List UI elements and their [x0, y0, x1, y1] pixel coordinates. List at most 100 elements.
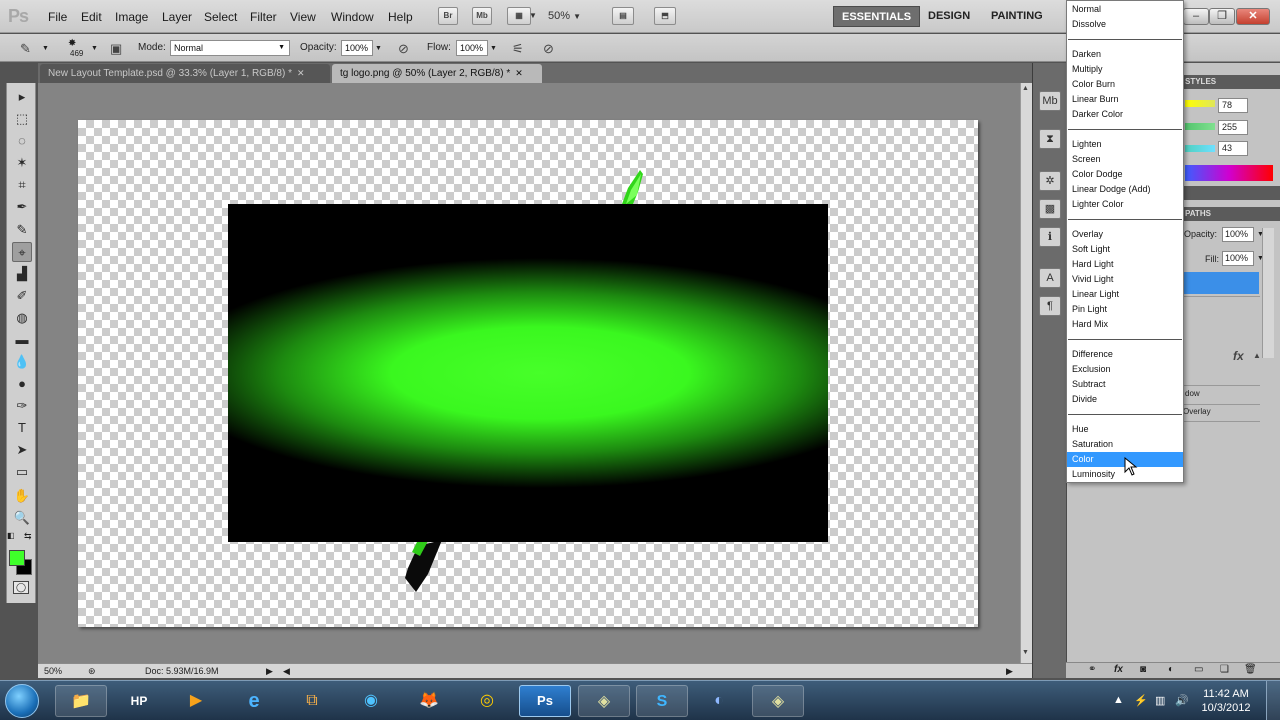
doc-size-readout: Doc: 5.93M/16.9M [145, 666, 219, 676]
blend-overlay[interactable]: Overlay [1067, 227, 1183, 242]
taskbar-firefox[interactable]: 🦊 [403, 685, 455, 717]
paragraph-icon[interactable]: ¶ [1039, 296, 1061, 316]
blend-subtract[interactable]: Subtract [1067, 377, 1183, 392]
layers-scrollbar[interactable] [1262, 228, 1274, 358]
link-layers-icon[interactable]: ⚭ [1088, 663, 1096, 677]
blend-linear-dodge[interactable]: Linear Dodge (Add) [1067, 182, 1183, 197]
scroll-right-icon[interactable]: ▶ [1006, 664, 1013, 678]
taskbar-clock[interactable]: 11:42 AM 10/3/2012 [1196, 687, 1256, 715]
tray-volume-icon[interactable]: 🔊 [1175, 694, 1189, 707]
add-style-icon[interactable]: fx [1114, 663, 1123, 677]
layer-divider [1184, 421, 1260, 422]
navigator-icon[interactable]: ▩ [1039, 199, 1061, 219]
blend-color-dodge[interactable]: Color Dodge [1067, 167, 1183, 182]
color-ramp[interactable] [1185, 165, 1273, 181]
taskbar-app-5[interactable]: ⧉ [286, 685, 338, 717]
adjustment-layer-icon[interactable]: ◐ [1168, 663, 1174, 677]
start-button[interactable] [5, 684, 39, 718]
blend-mode-dropdown: Normal Dissolve Darken Multiply Color Bu… [1066, 0, 1184, 483]
blue-slider[interactable] [1185, 145, 1215, 152]
new-layer-icon[interactable]: ❏ [1220, 663, 1229, 677]
blend-dissolve[interactable]: Dissolve [1067, 17, 1183, 32]
new-group-icon[interactable]: ▭ [1194, 663, 1203, 677]
blend-linear-light[interactable]: Linear Light [1067, 287, 1183, 302]
menu-separator [1068, 129, 1182, 130]
taskbar-media-player[interactable]: ▶ [170, 685, 222, 717]
blend-hue[interactable]: Hue [1067, 422, 1183, 437]
green-slider[interactable] [1185, 123, 1215, 130]
blend-hard-light[interactable]: Hard Light [1067, 257, 1183, 272]
panel-icon-dock: Mb ⧗ ✲ ▩ ℹ A ¶ [1032, 63, 1066, 678]
add-mask-icon[interactable]: ◙ [1140, 663, 1146, 677]
red-slider[interactable] [1185, 100, 1215, 107]
selected-layer-row[interactable] [1183, 272, 1259, 294]
blend-saturation[interactable]: Saturation [1067, 437, 1183, 452]
collapse-arrow-icon[interactable]: ▲ [1253, 351, 1261, 360]
delete-layer-icon[interactable]: 🗑 [1244, 663, 1257, 677]
blend-difference[interactable]: Difference [1067, 347, 1183, 362]
taskbar-skype[interactable]: S [636, 685, 688, 717]
blend-darker-color[interactable]: Darker Color [1067, 107, 1183, 122]
taskbar-chrome[interactable]: ◎ [461, 685, 513, 717]
menu-separator [1068, 39, 1182, 40]
layer-opacity-label: Opacity: [1184, 229, 1218, 239]
clock-time: 11:42 AM [1203, 688, 1249, 700]
effect-row-drop-shadow[interactable]: dow [1185, 389, 1200, 398]
status-menu-arrow-icon[interactable]: ▶ [266, 664, 273, 678]
menu-separator [1068, 219, 1182, 220]
blend-vivid-light[interactable]: Vivid Light [1067, 272, 1183, 287]
layer-opacity-field[interactable]: 100% [1222, 227, 1254, 242]
history-icon[interactable]: ⧗ [1039, 129, 1061, 149]
scroll-left-icon[interactable]: ◀ [283, 664, 290, 678]
blend-linear-burn[interactable]: Linear Burn [1067, 92, 1183, 107]
layer-divider [1184, 385, 1260, 386]
taskbar-app-10[interactable]: ◈ [578, 685, 630, 717]
blend-exclusion[interactable]: Exclusion [1067, 362, 1183, 377]
menu-separator [1068, 339, 1182, 340]
layer-divider [1184, 296, 1260, 297]
red-value-field[interactable]: 78 [1218, 98, 1248, 113]
taskbar-app-6[interactable]: ◉ [345, 685, 397, 717]
blend-lighter-color[interactable]: Lighter Color [1067, 197, 1183, 212]
status-icon: ⊛ [88, 666, 96, 676]
blend-lighten[interactable]: Lighten [1067, 137, 1183, 152]
blend-soft-light[interactable]: Soft Light [1067, 242, 1183, 257]
blend-hard-mix[interactable]: Hard Mix [1067, 317, 1183, 332]
blue-value-field[interactable]: 43 [1218, 141, 1248, 156]
layer-fill-label: Fill: [1205, 254, 1219, 264]
blend-darken[interactable]: Darken [1067, 47, 1183, 62]
top-spike-shape [622, 170, 643, 204]
tray-expand-icon[interactable]: ▲ [1113, 694, 1124, 706]
status-zoom[interactable]: 50% [44, 664, 62, 678]
mini-bridge-icon[interactable]: Mb [1039, 91, 1061, 111]
info-icon[interactable]: ℹ [1039, 227, 1061, 247]
tray-power-icon[interactable]: ⚡ [1134, 694, 1148, 707]
layer-fill-field[interactable]: 100% [1222, 251, 1254, 266]
layer-divider [1184, 404, 1260, 405]
taskbar-internet-explorer[interactable]: e [228, 685, 280, 717]
mouse-cursor-icon [1124, 457, 1138, 476]
clock-date: 10/3/2012 [1201, 702, 1251, 714]
green-glow-layer [228, 204, 828, 542]
green-value-field[interactable]: 255 [1218, 120, 1248, 135]
blend-pin-light[interactable]: Pin Light [1067, 302, 1183, 317]
taskbar-photoshop[interactable]: Ps [519, 685, 571, 717]
fx-icon[interactable]: fx [1233, 349, 1244, 363]
show-desktop-button[interactable] [1266, 681, 1280, 720]
blend-multiply[interactable]: Multiply [1067, 62, 1183, 77]
blend-screen[interactable]: Screen [1067, 152, 1183, 167]
menu-separator [1068, 414, 1182, 415]
blend-normal[interactable]: Normal [1067, 2, 1183, 17]
blend-color-burn[interactable]: Color Burn [1067, 77, 1183, 92]
status-bar: 50% ⊛ Doc: 5.93M/16.9M ▶ ◀ ▶ [38, 663, 1032, 678]
taskbar-hp[interactable]: HP [113, 685, 165, 717]
character-icon[interactable]: A [1039, 268, 1061, 288]
tray-network-icon[interactable]: ▥ [1155, 694, 1165, 707]
taskbar-app-12[interactable]: ◐ [693, 685, 745, 717]
actions-icon[interactable]: ✲ [1039, 171, 1061, 191]
blend-divide[interactable]: Divide [1067, 392, 1183, 407]
taskbar-explorer[interactable]: 📁 [55, 685, 107, 717]
taskbar-app-13[interactable]: ◈ [752, 685, 804, 717]
layers-panel-footer: ⚭ fx ◙ ◐ ▭ ❏ 🗑 [1066, 662, 1280, 678]
effect-row-overlay[interactable]: Overlay [1183, 407, 1211, 416]
